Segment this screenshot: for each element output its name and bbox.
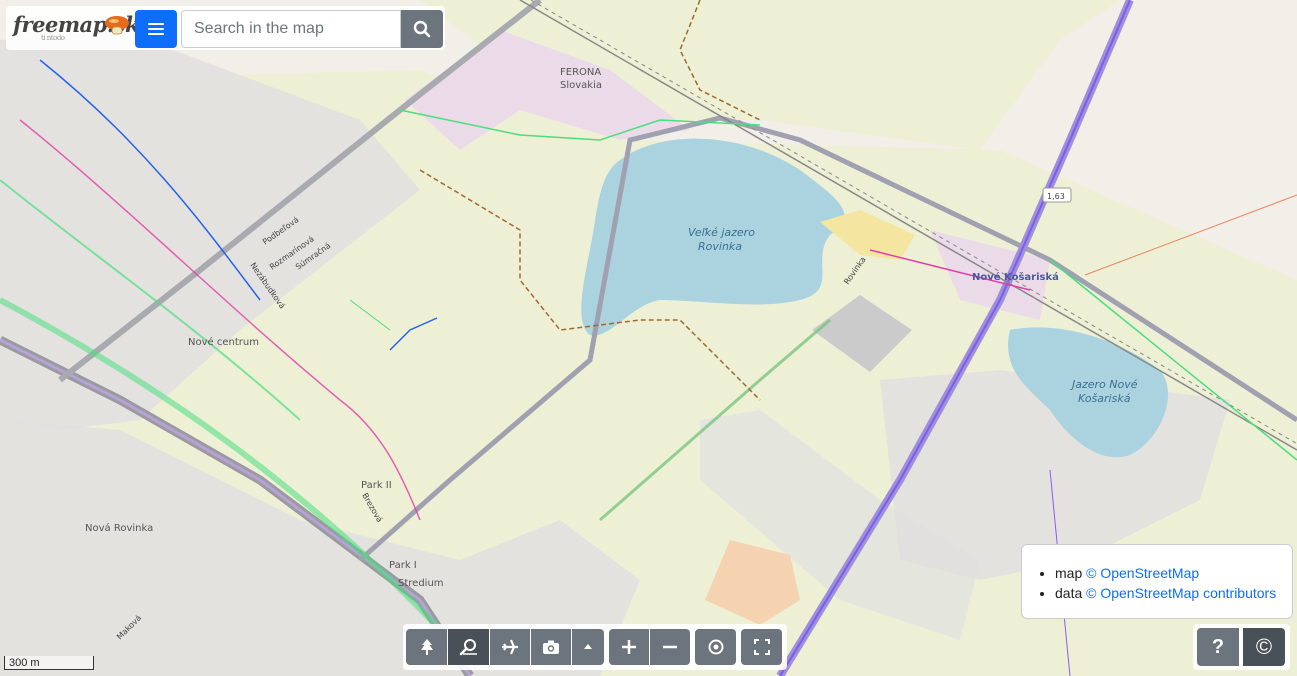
zoom-out-icon [663,645,677,649]
camera-icon [543,640,559,654]
label-park2: Park II [361,480,392,491]
attribution-map-item: map © OpenStreetMap [1055,563,1276,583]
help-icon: ? [1211,635,1225,658]
search-map-icon [459,639,477,656]
logo-subtitle: ti ntodo [41,34,65,42]
tree-button[interactable] [406,629,447,665]
zoom-in-button[interactable] [609,629,649,665]
fullscreen-button[interactable] [741,629,782,665]
label-ferona: FERONA [560,67,601,78]
fullscreen-icon [753,639,770,655]
menu-button[interactable] [135,10,177,48]
locate-icon [708,639,723,655]
attribution-map-prefix: map [1055,565,1087,581]
hamburger-icon [148,23,164,35]
label-nove-centrum: Nové centrum [188,336,259,348]
label-lake-big-1: Veľké jazero [688,226,755,239]
attribution-panel: map © OpenStreetMap data © OpenStreetMap… [1021,544,1293,619]
scale-bar: 300 m [4,656,94,670]
label-road-number: 1,63 [1047,192,1065,201]
plane-icon [502,639,518,655]
attribution-data-item: data © OpenStreetMap contributors [1055,583,1276,603]
help-button[interactable]: ? [1197,628,1239,666]
label-stredium: Stredium [398,578,444,589]
zoom-in-icon [622,640,636,654]
search-map-button[interactable] [448,629,489,665]
tree-icon [420,639,433,655]
plane-button[interactable] [490,629,530,665]
caret-up-icon [584,644,592,649]
camera-button[interactable] [531,629,571,665]
locate-button[interactable] [695,629,736,665]
label-lake-big-2: Rovinka [698,240,742,253]
label-lake-small-2: Košariská [1078,392,1131,405]
label-slovakia: Slovakia [560,80,602,91]
osm-contributors-link[interactable]: © OpenStreetMap contributors [1086,585,1276,601]
copyright-icon: © [1255,634,1273,659]
copyright-button[interactable]: © [1243,628,1285,666]
zoom-out-button[interactable] [650,629,690,665]
mushroom-logo-icon [105,16,129,35]
label-nove-kosariska: Nové Košariská [972,271,1059,283]
more-button[interactable] [572,629,604,665]
attribution-data-prefix: data [1055,585,1087,601]
label-park1: Park I [389,560,417,571]
label-lake-small-1: Jazero Nové [1070,378,1138,391]
search-input[interactable] [181,10,401,48]
search-icon [413,20,431,38]
openstreetmap-link[interactable]: © OpenStreetMap [1086,565,1199,581]
search-button[interactable] [401,10,443,48]
label-nova-rovinka: Nová Rovinka [85,522,153,534]
